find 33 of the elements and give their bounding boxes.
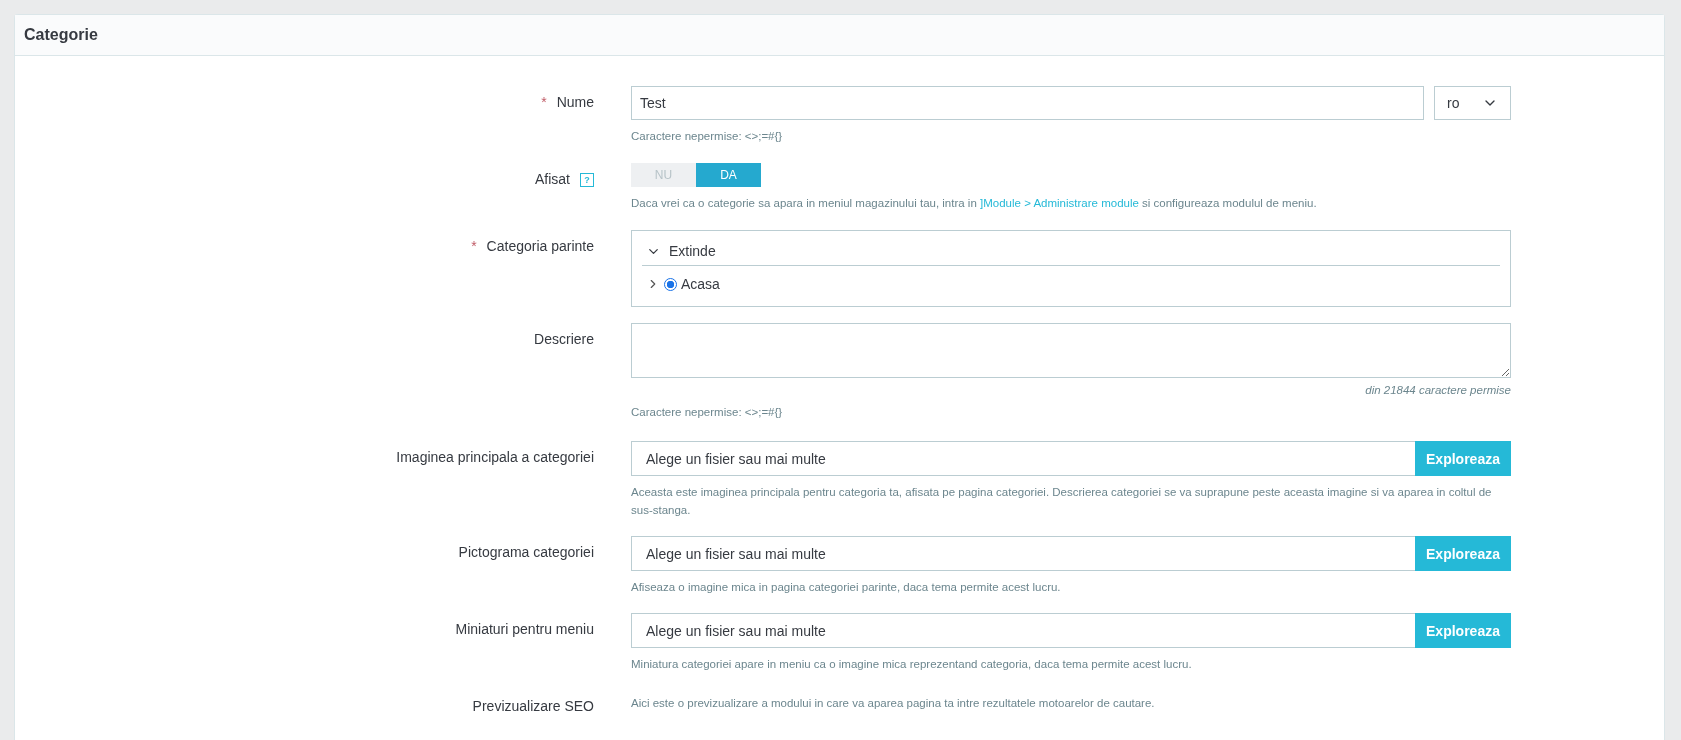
field-label: Descriere — [534, 331, 594, 347]
field-label: Pictograma categoriei — [458, 544, 594, 560]
panel-title: Categorie — [24, 26, 98, 44]
field-label: Nume — [556, 94, 594, 110]
language-select[interactable]: ro — [1434, 86, 1511, 120]
radio-button[interactable] — [664, 277, 677, 291]
module-link[interactable]: ]Module > Administrare module — [980, 197, 1139, 209]
file-input[interactable]: Alege un fisier sau mai multe — [631, 441, 1415, 476]
name-input[interactable]: Test — [631, 86, 1424, 120]
browse-button[interactable]: Exploreaza — [1415, 536, 1511, 571]
field-label: Afisat — [535, 171, 570, 187]
character-counter: din 21844 caractere permise — [1364, 384, 1511, 396]
field-hint: Caractere nepermise: <>;=#{} — [631, 129, 784, 144]
field-hint: Aceasta este imaginea principala pentru categoria ta, afisata pe pagina categoriei. Descrierea categoriei se va suprapune peste aceasta imagine si va aparea in coltul de sus-stanga. — [631, 485, 1493, 518]
help-icon[interactable]: ? — [580, 173, 594, 187]
toggle-option[interactable]: DA — [696, 163, 761, 187]
field-hint: Daca vrei ca o categorie sa apara in meniul magazinului tau, intra in ]Module > Administrare module si configureaza modulul de meniu. — [631, 196, 1318, 211]
field-hint: Afiseaza o imagine mica in pagina categoriei parinte, daca tema permite acest lucru. — [631, 580, 1062, 595]
file-input[interactable]: Alege un fisier sau mai multe — [631, 536, 1415, 571]
expand-button[interactable]: Extinde — [642, 239, 1500, 266]
field-hint: Aici este o previzualizare a modului in care va aparea pagina ta intre rezultatele motoarelor de cautare. — [631, 696, 1156, 711]
field-label: Previzualizare SEO — [472, 698, 594, 714]
field-hint: Caractere nepermise: <>;=#{} — [631, 405, 784, 420]
browse-button[interactable]: Exploreaza — [1415, 441, 1511, 476]
field-label: Categoria parinte — [486, 238, 594, 254]
field-hint: Miniatura categoriei apare in meniu ca o imagine mica reprezentand categoria, daca tema permite acest lucru. — [631, 657, 1193, 672]
required-mark: * — [541, 94, 547, 110]
field-label: Imaginea principala a categoriei — [396, 449, 594, 465]
file-input[interactable]: Alege un fisier sau mai multe — [631, 613, 1415, 648]
browse-button[interactable]: Exploreaza — [1415, 613, 1511, 648]
field-label: Miniaturi pentru meniu — [455, 621, 594, 637]
required-mark: * — [471, 238, 477, 254]
tree-node-label: Acasa — [681, 276, 720, 292]
